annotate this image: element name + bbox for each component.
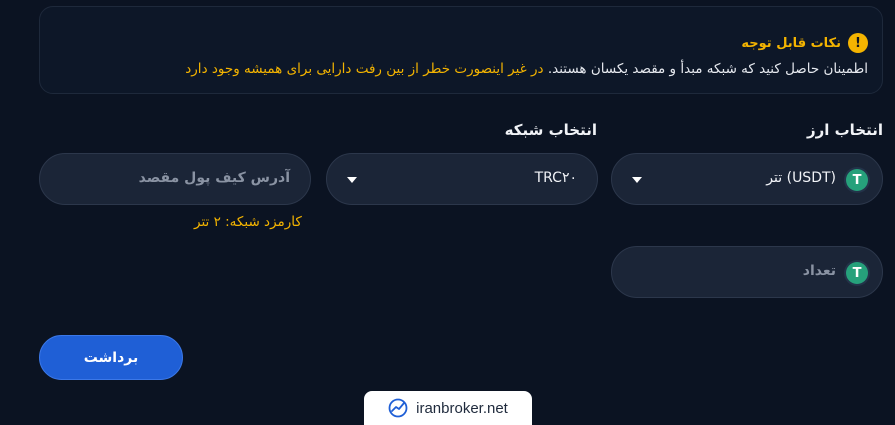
watermark: iranbroker.net [364,391,532,425]
tether-icon: T [846,169,868,191]
notice-text-warning: در غیر اینصورت خطر از بین رفت دارایی برا… [185,61,544,77]
notice-text: اطمینان حاصل کنید که شبکه مبدأ و مقصد یک… [185,61,868,77]
amount-placeholder: تعداد [802,263,836,279]
currency-label: انتخاب ارز [806,121,883,139]
chevron-down-icon [632,177,642,183]
notice-box: ! نکات قابل توجه اطمینان حاصل کنید که شب… [39,6,883,94]
withdraw-page: ! نکات قابل توجه اطمینان حاصل کنید که شب… [0,0,895,425]
currency-selected: (USDT) تتر [766,170,836,186]
notice-text-plain: اطمینان حاصل کنید که شبکه مبدأ و مقصد یک… [547,61,868,77]
notice-header: ! نکات قابل توجه [741,33,868,53]
warning-icon: ! [848,33,868,53]
wallet-address-input[interactable]: آدرس کیف پول مقصد [39,153,311,205]
network-selected: TRC۲۰ [534,170,577,186]
chevron-down-icon [347,177,357,183]
currency-select[interactable]: T (USDT) تتر [611,153,883,205]
wallet-address-placeholder: آدرس کیف پول مقصد [138,170,290,186]
network-select[interactable]: TRC۲۰ [326,153,598,205]
notice-title: نکات قابل توجه [741,35,841,51]
watermark-text: iranbroker.net [416,399,508,417]
withdraw-button[interactable]: برداشت [39,335,183,380]
amount-input[interactable]: T تعداد [611,246,883,298]
tether-icon: T [846,262,868,284]
network-fee: کارمزد شبکه: ۲ تتر [194,214,302,230]
chart-trend-icon [388,398,408,418]
network-label: انتخاب شبکه [504,121,597,139]
